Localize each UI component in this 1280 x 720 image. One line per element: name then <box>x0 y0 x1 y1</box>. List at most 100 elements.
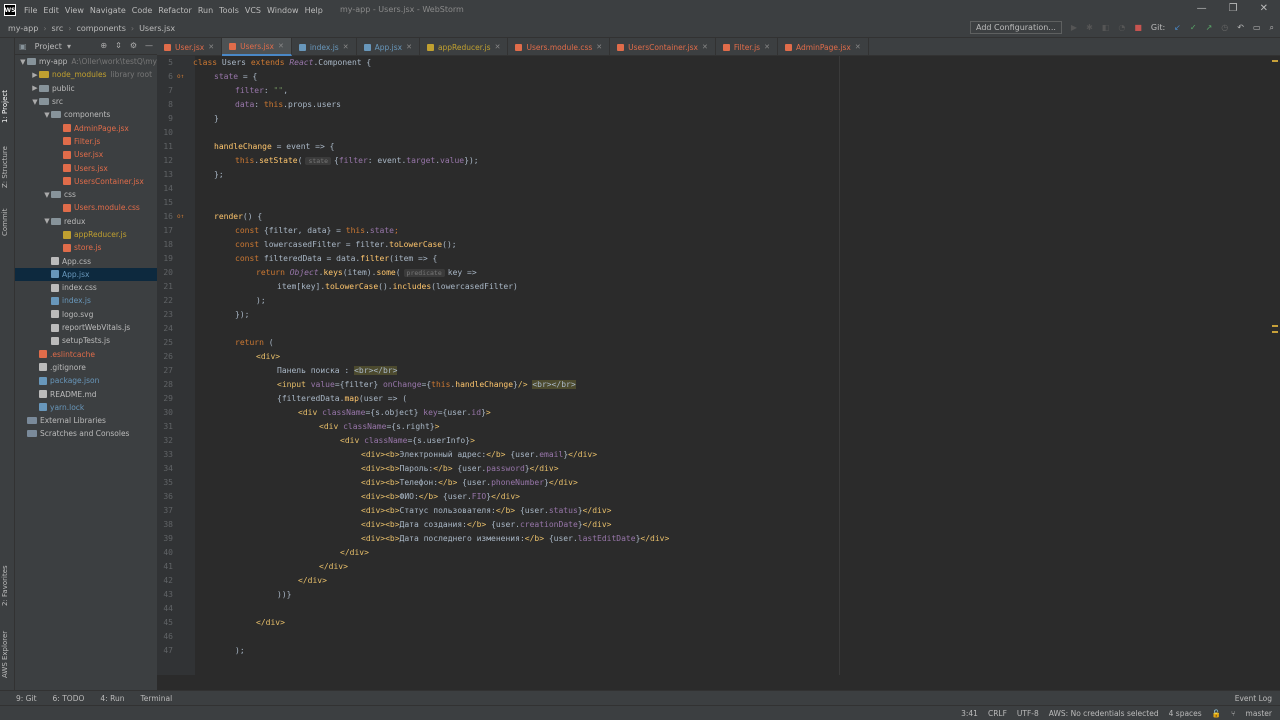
line-separator[interactable]: CRLF <box>988 709 1007 718</box>
collapse-arrow-icon[interactable]: ▶ <box>31 84 39 92</box>
aws-explorer-side-tab[interactable]: AWS Explorer <box>1 631 9 678</box>
add-configuration-button[interactable]: Add Configuration... <box>970 21 1062 34</box>
favorites-side-tab[interactable]: 2: Favorites <box>1 565 9 606</box>
git-push-icon[interactable]: ↗ <box>1206 23 1213 32</box>
run-icon[interactable]: ▶ <box>1071 23 1077 32</box>
minimize-icon[interactable]: — <box>1197 3 1207 14</box>
tree-item[interactable]: Scratches and Consoles <box>15 427 157 440</box>
tree-item[interactable]: External Libraries <box>15 414 157 427</box>
tree-item[interactable]: reportWebVitals.js <box>15 321 157 334</box>
layout-icon[interactable]: ▭ <box>1253 23 1261 32</box>
tree-item[interactable]: package.json <box>15 374 157 387</box>
event-log-tab[interactable]: Event Log <box>1235 694 1272 703</box>
tree-item[interactable]: ▼ css <box>15 188 157 201</box>
close-icon[interactable]: ✕ <box>1260 3 1268 14</box>
stop-icon[interactable]: ■ <box>1134 23 1142 32</box>
menu-item-window[interactable]: Window <box>267 6 299 15</box>
locate-icon[interactable]: ⊕ <box>100 41 107 50</box>
indent-setting[interactable]: 4 spaces <box>1169 709 1202 718</box>
lock-icon[interactable]: 🔓 <box>1212 709 1221 718</box>
override-marker-icon[interactable]: o↑ <box>173 213 193 220</box>
git-update-icon[interactable]: ↙ <box>1174 23 1181 32</box>
close-tab-icon[interactable]: ✕ <box>278 42 284 50</box>
chevron-down-icon[interactable]: ▾ <box>67 42 71 51</box>
menu-item-tools[interactable]: Tools <box>219 6 239 15</box>
structure-side-tab[interactable]: Z: Structure <box>1 146 9 188</box>
close-tab-icon[interactable]: ✕ <box>208 43 214 51</box>
tree-item[interactable]: yarn.lock <box>15 401 157 414</box>
caret-position[interactable]: 3:41 <box>961 709 978 718</box>
editor-tab[interactable]: UsersContainer.jsx ✕ <box>610 38 716 56</box>
gear-icon[interactable]: ⚙ <box>130 41 137 50</box>
editor-tab[interactable]: Filter.js ✕ <box>716 38 778 56</box>
close-tab-icon[interactable]: ✕ <box>702 43 708 51</box>
editor-tab[interactable]: Users.module.css ✕ <box>508 38 611 56</box>
tree-item[interactable]: README.md <box>15 387 157 400</box>
editor-tab[interactable]: AdminPage.jsx ✕ <box>778 38 869 56</box>
tree-item[interactable]: .gitignore <box>15 361 157 374</box>
tree-item[interactable]: store.js <box>15 241 157 254</box>
search-icon[interactable]: ⌕ <box>1270 23 1274 33</box>
menu-item-run[interactable]: Run <box>198 6 213 15</box>
breadcrumb-item[interactable]: components <box>76 24 125 33</box>
commit-side-tab[interactable]: Commit <box>1 209 9 237</box>
close-tab-icon[interactable]: ✕ <box>855 43 861 51</box>
menu-item-edit[interactable]: Edit <box>43 6 59 15</box>
tree-item[interactable]: appReducer.js <box>15 228 157 241</box>
breadcrumb-item[interactable]: my-app <box>8 24 38 33</box>
git-branch[interactable]: master <box>1246 709 1272 718</box>
history-icon[interactable]: ◷ <box>1221 23 1228 32</box>
tree-item[interactable]: App.css <box>15 254 157 267</box>
hide-icon[interactable]: — <box>145 41 153 50</box>
tree-item[interactable]: UsersContainer.jsx <box>15 175 157 188</box>
tree-item[interactable]: index.css <box>15 281 157 294</box>
collapse-arrow-icon[interactable]: ▶ <box>31 71 39 79</box>
tree-item[interactable]: ▼ redux <box>15 215 157 228</box>
aws-status[interactable]: AWS: No credentials selected <box>1049 709 1159 718</box>
close-tab-icon[interactable]: ✕ <box>343 43 349 51</box>
tree-item[interactable]: ▼ src <box>15 95 157 108</box>
file-encoding[interactable]: UTF-8 <box>1017 709 1039 718</box>
editor-tab[interactable]: appReducer.js ✕ <box>420 38 509 56</box>
tree-item[interactable]: ▼ components <box>15 108 157 121</box>
menu-item-vcs[interactable]: VCS <box>245 6 261 15</box>
collapse-icon[interactable]: ⇕ <box>115 41 122 50</box>
tree-item[interactable]: User.jsx <box>15 148 157 161</box>
project-side-tab[interactable]: 1: Project <box>1 90 9 123</box>
code-editor[interactable]: 5 class Users extends React.Component {6 o… <box>157 56 1280 675</box>
expand-arrow-icon[interactable]: ▼ <box>43 111 51 119</box>
tree-item[interactable]: Users.module.css <box>15 201 157 214</box>
git-commit-icon[interactable]: ✓ <box>1190 23 1197 32</box>
profile-icon[interactable]: ◔ <box>1118 23 1125 32</box>
warning-marker[interactable] <box>1272 325 1278 327</box>
debug-icon[interactable]: ✱ <box>1086 23 1093 32</box>
tree-item[interactable]: logo.svg <box>15 308 157 321</box>
menu-item-help[interactable]: Help <box>305 6 323 15</box>
todo-tool-tab[interactable]: 6: TODO <box>53 694 85 703</box>
tree-item[interactable]: Users.jsx <box>15 161 157 174</box>
coverage-icon[interactable]: ◧ <box>1102 23 1110 32</box>
editor-tab[interactable]: index.js ✕ <box>292 38 357 56</box>
tree-item[interactable]: App.jsx <box>15 267 157 282</box>
terminal-tool-tab[interactable]: Terminal <box>140 694 172 703</box>
tree-item[interactable]: AdminPage.jsx <box>15 121 157 134</box>
override-marker-icon[interactable]: o↑ <box>173 73 193 80</box>
tree-item[interactable]: index.js <box>15 294 157 307</box>
tree-item[interactable]: ▶ node_modules library root <box>15 68 157 81</box>
tree-item[interactable]: Filter.js <box>15 135 157 148</box>
expand-arrow-icon[interactable]: ▼ <box>43 217 51 225</box>
expand-arrow-icon[interactable]: ▼ <box>43 191 51 199</box>
editor-tab[interactable]: App.jsx ✕ <box>357 38 420 56</box>
close-tab-icon[interactable]: ✕ <box>596 43 602 51</box>
expand-arrow-icon[interactable]: ▼ <box>19 58 27 66</box>
menu-item-code[interactable]: Code <box>132 6 152 15</box>
warning-marker[interactable] <box>1272 331 1278 333</box>
close-tab-icon[interactable]: ✕ <box>764 43 770 51</box>
run-tool-tab[interactable]: 4: Run <box>100 694 124 703</box>
tree-item[interactable]: setupTests.js <box>15 334 157 347</box>
tree-item[interactable]: ▼ my-app A:\Oller\work\testQ\my <box>15 55 157 68</box>
editor-tab[interactable]: User.jsx ✕ <box>157 38 223 56</box>
menu-item-view[interactable]: View <box>65 6 84 15</box>
breadcrumb-item[interactable]: Users.jsx <box>139 24 175 33</box>
maximize-icon[interactable]: ❐ <box>1229 3 1238 14</box>
